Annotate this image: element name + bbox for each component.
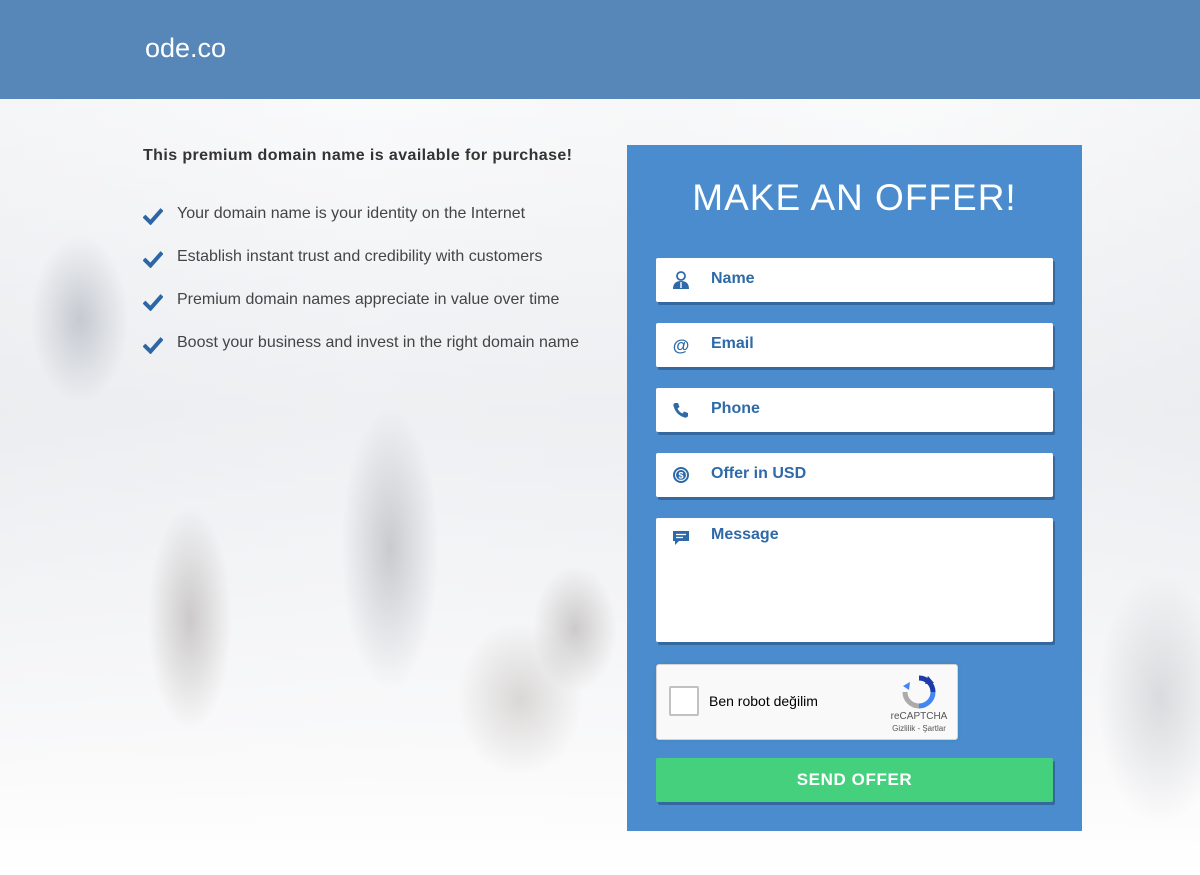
feature-text: Boost your business and invest in the ri… — [177, 334, 580, 351]
user-icon — [673, 271, 689, 289]
svg-text:$: $ — [678, 471, 683, 481]
send-offer-button[interactable]: SEND OFFER — [656, 758, 1053, 802]
phone-icon — [673, 403, 688, 418]
recaptcha-links[interactable]: Gizlilik - Şartlar — [879, 724, 959, 733]
offer-panel: MAKE AN OFFER! Name @ Email Phone $ Offe… — [627, 145, 1082, 831]
recaptcha-brand: reCAPTCHA — [890, 711, 948, 722]
name-field[interactable]: Name — [656, 258, 1053, 302]
recaptcha-checkbox[interactable] — [669, 686, 699, 716]
site-brand[interactable]: ode.co — [145, 33, 226, 64]
feature-text: Establish instant trust and credibility … — [177, 248, 543, 265]
dollar-coin-icon: $ — [673, 467, 689, 483]
email-placeholder: Email — [711, 335, 754, 352]
checkmark-icon — [143, 337, 163, 354]
feature-item: Premium domain names appreciate in value… — [143, 289, 579, 332]
offer-title: MAKE AN OFFER! — [692, 177, 1017, 218]
phone-placeholder: Phone — [711, 400, 760, 417]
feature-item: Your domain name is your identity on the… — [143, 203, 579, 246]
checkmark-icon — [143, 251, 163, 268]
recaptcha-widget: Ben robot değilim reCAPTCHA Gizlilik - Ş… — [656, 664, 958, 740]
name-placeholder: Name — [711, 270, 755, 287]
recaptcha-logo-icon — [902, 675, 936, 709]
feature-item: Boost your business and invest in the ri… — [143, 332, 579, 375]
email-field[interactable]: @ Email — [656, 323, 1053, 367]
feature-item: Establish instant trust and credibility … — [143, 246, 579, 289]
chat-bubble-icon — [673, 531, 689, 545]
checkmark-icon — [143, 208, 163, 225]
intro-headline: This premium domain name is available fo… — [143, 147, 573, 164]
recaptcha-label: Ben robot değilim — [709, 693, 818, 709]
checkmark-icon — [143, 294, 163, 311]
message-field[interactable]: Message — [656, 518, 1053, 642]
message-placeholder: Message — [711, 526, 779, 543]
feature-list: Your domain name is your identity on the… — [143, 203, 579, 375]
offer-field[interactable]: $ Offer in USD — [656, 453, 1053, 497]
top-header: ode.co — [0, 0, 1200, 99]
feature-text: Your domain name is your identity on the… — [177, 205, 526, 222]
at-sign-icon: @ — [673, 336, 690, 354]
offer-placeholder: Offer in USD — [711, 465, 807, 482]
phone-field[interactable]: Phone — [656, 388, 1053, 432]
svg-text:@: @ — [673, 336, 690, 354]
feature-text: Premium domain names appreciate in value… — [177, 291, 560, 308]
